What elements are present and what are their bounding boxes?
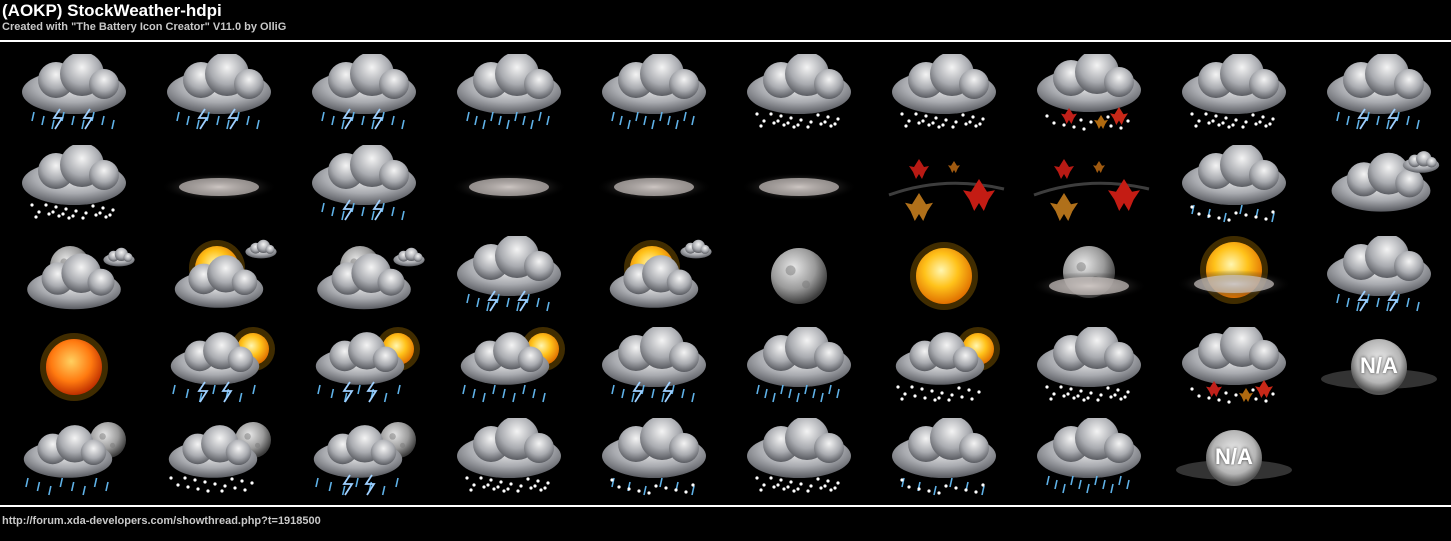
snow-icon bbox=[1024, 327, 1154, 413]
thunderstorm-icon bbox=[1314, 54, 1444, 140]
forum-link[interactable]: http://forum.xda-developers.com/showthre… bbox=[2, 515, 321, 527]
rain-icon bbox=[1024, 418, 1154, 504]
na-label: N/A bbox=[1360, 353, 1398, 378]
not-available-icon: N/A bbox=[1169, 418, 1299, 504]
leaves-rain-icon bbox=[1169, 327, 1299, 413]
moon-cloudy-icon bbox=[299, 236, 429, 322]
not-available-icon: N/A bbox=[1314, 327, 1444, 413]
moon-snow-icon bbox=[154, 418, 284, 504]
haze-icon bbox=[154, 145, 284, 231]
haze-icon bbox=[734, 145, 864, 231]
moon-rain-icon bbox=[9, 418, 139, 504]
leaves-rain-icon bbox=[1024, 54, 1154, 140]
bottom-divider bbox=[0, 505, 1451, 507]
sun-snow-icon bbox=[879, 327, 1009, 413]
sleet-icon bbox=[589, 418, 719, 504]
page-title: (AOKP) StockWeather-hdpi bbox=[2, 1, 222, 20]
rain-icon bbox=[444, 54, 574, 140]
moon-cloudy-icon bbox=[9, 236, 139, 322]
snow-icon bbox=[1169, 54, 1299, 140]
moon-thunderstorm-icon bbox=[299, 418, 429, 504]
moon-icon bbox=[734, 236, 864, 322]
snow-icon bbox=[734, 54, 864, 140]
sun-haze-icon bbox=[1169, 236, 1299, 322]
thunderstorm-icon bbox=[154, 54, 284, 140]
sun-rain-icon bbox=[444, 327, 574, 413]
haze-icon bbox=[589, 145, 719, 231]
hot-sun-icon bbox=[9, 327, 139, 413]
na-label: N/A bbox=[1215, 444, 1253, 469]
thunderstorm-icon bbox=[444, 236, 574, 322]
page-subtitle: Created with "The Battery Icon Creator" … bbox=[2, 21, 287, 33]
thunderstorm-icon bbox=[299, 54, 429, 140]
thunderstorm-icon bbox=[299, 145, 429, 231]
moon-haze-icon bbox=[1024, 236, 1154, 322]
sun-thunderstorm-icon bbox=[299, 327, 429, 413]
thunderstorm-icon bbox=[1314, 236, 1444, 322]
top-divider bbox=[0, 40, 1451, 42]
partly-cloudy-icon bbox=[1314, 145, 1444, 231]
weather-icon-grid: N/A N/A bbox=[0, 52, 1451, 502]
windy-leaves-icon bbox=[879, 145, 1009, 231]
haze-icon bbox=[444, 145, 574, 231]
header: (AOKP) StockWeather-hdpi Created with "T… bbox=[2, 1, 287, 34]
snow-icon bbox=[444, 418, 574, 504]
sun-cloudy-icon bbox=[589, 236, 719, 322]
sun-icon bbox=[879, 236, 1009, 322]
rain-icon bbox=[734, 327, 864, 413]
rain-icon bbox=[589, 54, 719, 140]
windy-leaves-icon bbox=[1024, 145, 1154, 231]
sleet-icon bbox=[879, 418, 1009, 504]
thunderstorm-icon bbox=[589, 327, 719, 413]
snow-icon bbox=[879, 54, 1009, 140]
snow-icon bbox=[9, 145, 139, 231]
snow-icon bbox=[734, 418, 864, 504]
thunderstorm-icon bbox=[9, 54, 139, 140]
sun-cloudy-icon bbox=[154, 236, 284, 322]
sleet-icon bbox=[1169, 145, 1299, 231]
sun-thunderstorm-icon bbox=[154, 327, 284, 413]
